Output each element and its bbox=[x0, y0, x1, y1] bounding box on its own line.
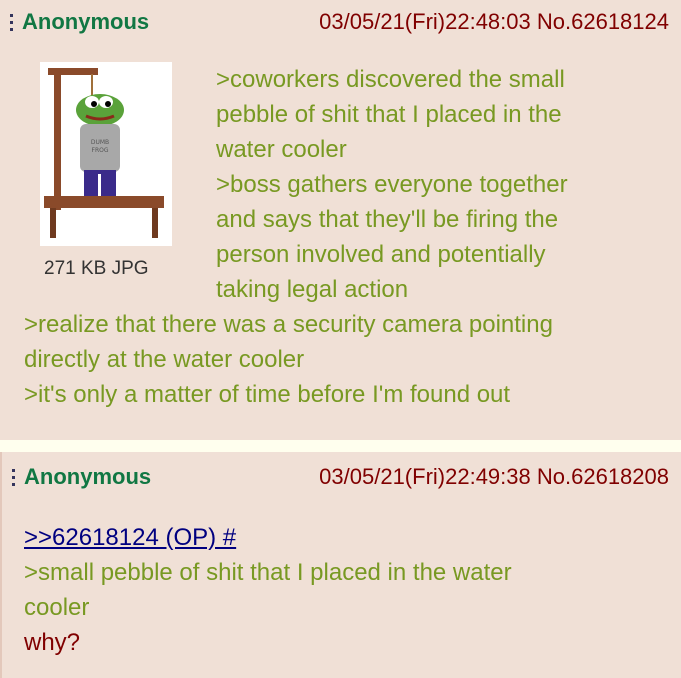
post-text-line: >it's only a matter of time before I'm f… bbox=[24, 381, 511, 408]
post-text-line: >realize that there was a security camer… bbox=[24, 311, 553, 338]
post-text-line: and says that they'll be firing the bbox=[216, 206, 559, 233]
post-number[interactable]: No.62618124 bbox=[537, 9, 669, 34]
svg-text:FROG: FROG bbox=[92, 147, 109, 154]
reply-text: why? bbox=[24, 629, 81, 656]
post-text-line: >small pebble of shit that I placed in t… bbox=[24, 559, 512, 586]
post-text-line: directly at the water cooler bbox=[24, 346, 305, 373]
post-datetime: 03/05/21(Fri)22:49:38 bbox=[319, 464, 531, 489]
post-op: Anonymous 03/05/21(Fri)22:48:03 No.62618… bbox=[0, 0, 681, 440]
post-text-line: pebble of shit that I placed in the bbox=[216, 101, 562, 128]
svg-text:DUMB: DUMB bbox=[91, 139, 109, 146]
poster-name: Anonymous bbox=[24, 464, 152, 489]
post-separator bbox=[0, 440, 681, 452]
post-text-line: cooler bbox=[24, 594, 90, 621]
file-size[interactable]: 271 KB JPG bbox=[44, 258, 149, 280]
post-number[interactable]: No.62618208 bbox=[537, 464, 669, 489]
post-header: Anonymous 03/05/21(Fri)22:49:38 No.62618… bbox=[2, 452, 681, 502]
post-text-line: taking legal action bbox=[216, 276, 409, 303]
post-text-line: person involved and potentially bbox=[216, 241, 546, 268]
hanging-frog-image[interactable]: DUMB FROG bbox=[40, 62, 172, 246]
post-menu-icon[interactable] bbox=[10, 13, 14, 31]
post-header: Anonymous 03/05/21(Fri)22:48:03 No.62618… bbox=[0, 0, 681, 44]
quote-link[interactable]: >>62618124 (OP) # bbox=[24, 524, 236, 552]
poster-name: Anonymous bbox=[22, 9, 150, 34]
post-menu-icon[interactable] bbox=[12, 468, 16, 486]
post-text-line: >boss gathers everyone together bbox=[216, 171, 568, 198]
post-text-line: >coworkers discovered the small bbox=[216, 66, 565, 93]
post-datetime: 03/05/21(Fri)22:48:03 bbox=[319, 9, 531, 34]
post-text-line: water cooler bbox=[216, 136, 347, 163]
post-reply: Anonymous 03/05/21(Fri)22:49:38 No.62618… bbox=[0, 452, 681, 678]
